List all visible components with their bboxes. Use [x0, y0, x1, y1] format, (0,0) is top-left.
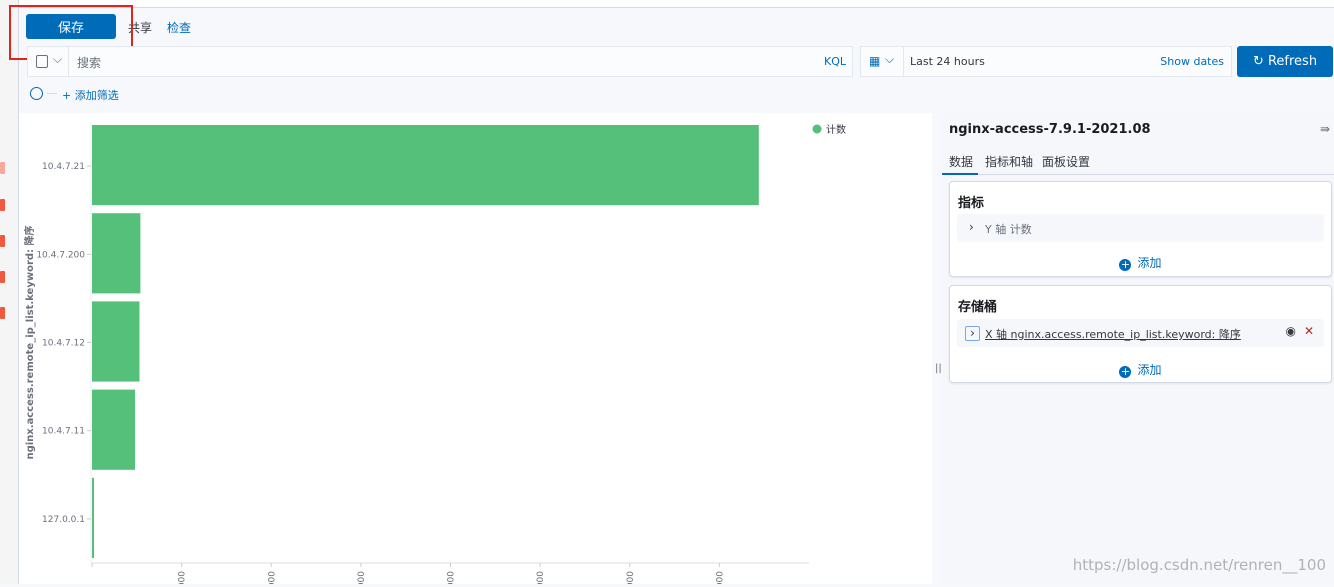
- add-label: 添加: [1137, 256, 1162, 270]
- y-tick-label: 10.4.7.12: [42, 339, 85, 349]
- saved-query-icon[interactable]: [36, 55, 48, 68]
- bucket-label[interactable]: X 轴 nginx.access.remote_ip_list.keyword:…: [985, 326, 1241, 342]
- nav-icon[interactable]: [0, 307, 5, 319]
- chart-area: 10.4.7.21 10.4.7.200 10.4.7.12 10.4.7.11 127…: [19, 113, 932, 587]
- inspect-link[interactable]: 检查: [167, 19, 191, 36]
- refresh-icon: ↻: [1252, 54, 1268, 69]
- chevron-down-icon[interactable]: ⌵: [885, 52, 894, 67]
- bar-chart: 10.4.7.21 10.4.7.200 10.4.7.12 10.4.7.11 127…: [23, 122, 846, 587]
- tabs: 数据 指标和轴 面板设置: [942, 153, 1334, 175]
- bar-10.4.7.11: [92, 389, 136, 470]
- kql-toggle[interactable]: KQL: [824, 55, 846, 68]
- metric-label: Y 轴 计数: [985, 223, 1032, 236]
- chevron-right-icon[interactable]: ›: [965, 326, 980, 341]
- collapse-panel-icon[interactable]: ⇛: [1320, 122, 1330, 136]
- x-tick-label: 2,000: [267, 571, 277, 584]
- remove-icon[interactable]: ✕: [1304, 324, 1314, 338]
- add-bucket-button[interactable]: + 添加: [950, 361, 1331, 378]
- add-label: 添加: [1137, 363, 1162, 377]
- bar-10.4.7.200: [92, 213, 141, 294]
- chevron-right-icon[interactable]: ›: [969, 220, 974, 234]
- legend-swatch: [812, 124, 822, 134]
- x-tick-label: 6,000: [626, 571, 636, 584]
- watermark: https://blog.csdn.net/renren__100: [1072, 556, 1326, 574]
- resize-handle[interactable]: ||: [935, 363, 942, 374]
- nav-icon[interactable]: [0, 199, 5, 211]
- date-picker[interactable]: ▦ ⌵ Last 24 hours Show dates: [860, 46, 1232, 77]
- bar-10.4.7.12: [92, 301, 140, 382]
- buckets-card: 存储桶 › X 轴 nginx.access.remote_ip_list.ke…: [949, 285, 1332, 383]
- bar-10.4.7.21: [92, 125, 759, 206]
- calendar-icon[interactable]: ▦: [869, 54, 880, 68]
- editor-panel: nginx-access-7.9.1-2021.08 ⇛ 数据 指标和轴 面板设…: [942, 113, 1334, 584]
- divider: [47, 93, 57, 94]
- y-axis-title: nginx.access.remote_ip_list.keyword: 降序: [23, 225, 36, 459]
- y-tick-label: 10.4.7.21: [42, 162, 85, 172]
- time-range[interactable]: Last 24 hours: [910, 55, 985, 68]
- y-tick-label: 10.4.7.11: [42, 427, 85, 437]
- add-metric-button[interactable]: + 添加: [950, 254, 1331, 271]
- nav-icon[interactable]: [0, 235, 5, 247]
- y-tick-label: 127.0.0.1: [42, 515, 85, 525]
- plus-circle-icon: +: [1119, 258, 1132, 271]
- plus-circle-icon: +: [1119, 365, 1132, 378]
- metric-y-axis-count[interactable]: › Y 轴 计数: [957, 214, 1324, 242]
- x-tick-label: 7,000: [715, 571, 725, 584]
- divider: [68, 47, 69, 76]
- metrics-heading: 指标: [958, 196, 985, 211]
- legend-label[interactable]: 计数: [826, 123, 846, 136]
- filter-options-icon[interactable]: [30, 87, 43, 100]
- tab-data[interactable]: 数据: [942, 153, 978, 175]
- left-nav-sidebar: [0, 0, 19, 584]
- y-tick-label: 10.4.7.200: [36, 250, 85, 260]
- eye-icon[interactable]: ◉: [1286, 324, 1296, 338]
- x-tick-label: 4,000: [447, 571, 457, 584]
- bucket-x-axis[interactable]: › X 轴 nginx.access.remote_ip_list.keywor…: [957, 319, 1324, 347]
- add-filter-button[interactable]: + 添加筛选: [62, 87, 119, 103]
- show-dates-link[interactable]: Show dates: [1160, 55, 1224, 68]
- tab-panel-settings[interactable]: 面板设置: [1042, 153, 1090, 170]
- tab-metrics-axes[interactable]: 指标和轴: [985, 153, 1033, 170]
- nav-icon[interactable]: [0, 271, 5, 283]
- refresh-label: Refresh: [1267, 54, 1318, 69]
- x-tick-label: 1,000: [178, 571, 188, 584]
- refresh-button[interactable]: ↻ Refresh: [1237, 46, 1333, 77]
- metrics-card: 指标 › Y 轴 计数 + 添加: [949, 181, 1332, 277]
- chevron-down-icon[interactable]: ⌵: [53, 52, 62, 67]
- bar-127.0.0.1: [92, 477, 94, 558]
- x-tick-label: 3,000: [357, 571, 367, 584]
- query-bar[interactable]: ⌵ 搜索 KQL: [27, 46, 853, 77]
- top-header: [19, 0, 1334, 8]
- x-tick-label: 5,000: [536, 571, 546, 584]
- nav-icon[interactable]: [0, 162, 5, 174]
- search-input[interactable]: 搜索: [77, 54, 101, 71]
- divider: [903, 47, 904, 76]
- index-title: nginx-access-7.9.1-2021.08: [949, 122, 1151, 137]
- buckets-heading: 存储桶: [958, 300, 998, 315]
